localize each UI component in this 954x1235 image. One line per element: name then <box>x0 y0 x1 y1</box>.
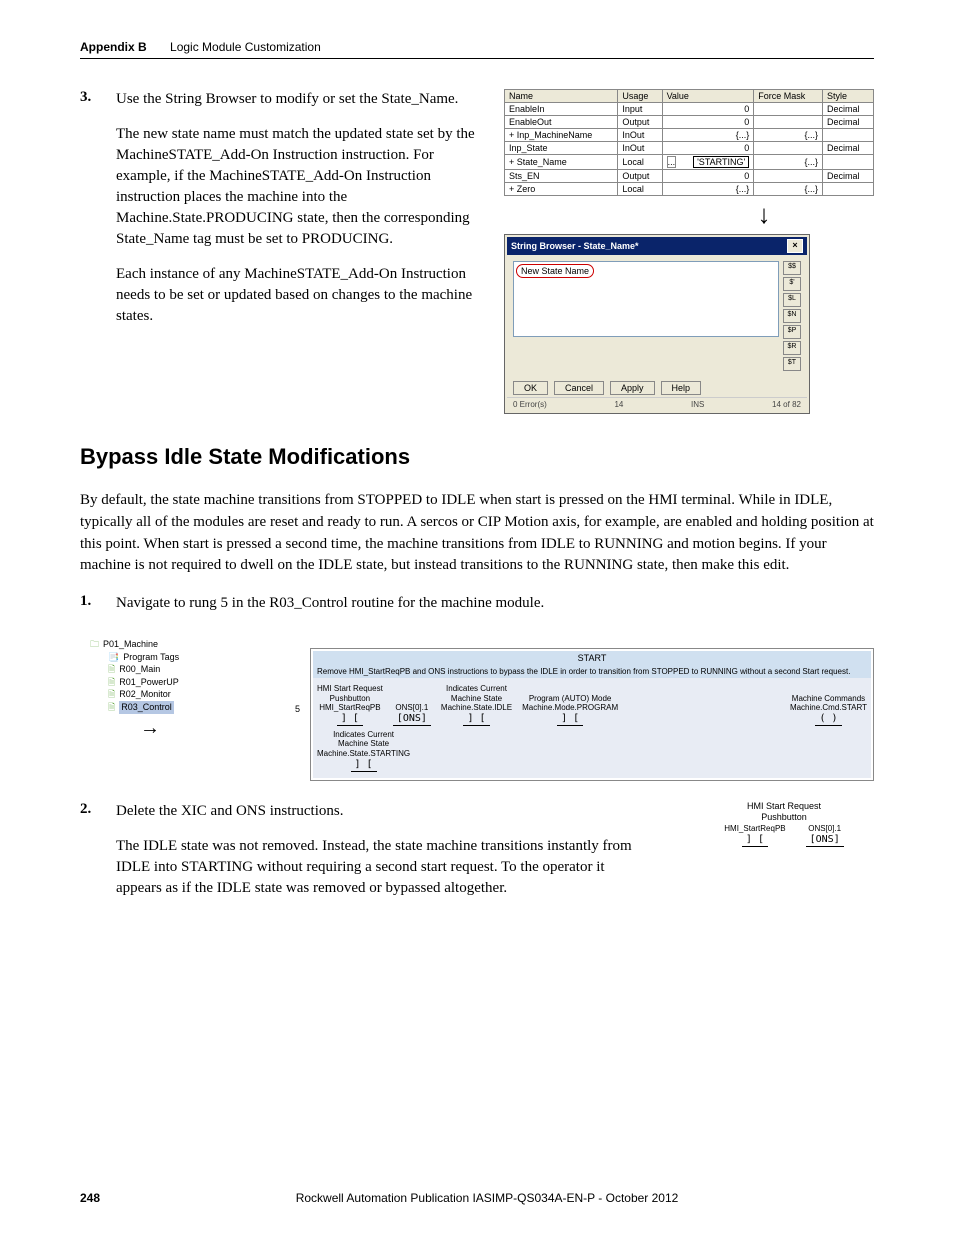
snippet-element: ONS[0].1[ONS] <box>806 824 844 847</box>
step-3-number: 3. <box>80 89 116 341</box>
close-icon[interactable]: × <box>787 239 803 253</box>
step-3-p2: The new state name must match the update… <box>116 124 484 250</box>
ladder-diagram: START Remove HMI_StartReqPB and ONS inst… <box>310 648 874 781</box>
step-3-p1: Use the String Browser to modify or set … <box>116 89 484 110</box>
escape-button[interactable]: $N <box>783 309 801 323</box>
escape-button[interactable]: $$ <box>783 261 801 275</box>
new-state-name-text: New State Name <box>516 264 594 278</box>
table-row[interactable]: Inp_StateInOut0Decimal <box>505 142 874 155</box>
table-row[interactable]: + State_NameLocal...'STARTING'{...} <box>505 155 874 170</box>
tree-item[interactable]: Program Tags <box>90 651 250 664</box>
escape-button[interactable]: $T <box>783 357 801 371</box>
ladder-element: ONS[0].1[ONS] <box>393 703 431 726</box>
page-footer: 248 Rockwell Automation Publication IASI… <box>80 1191 874 1205</box>
escape-button[interactable]: $P <box>783 325 801 339</box>
tree-item[interactable]: P01_Machine <box>90 638 250 651</box>
ladder-note: Remove HMI_StartReqPB and ONS instructio… <box>313 665 871 678</box>
tree-item[interactable]: R01_PowerUP <box>90 676 250 689</box>
bypass-paragraph: By default, the state machine transition… <box>80 490 874 577</box>
cancel-button[interactable]: Cancel <box>554 381 604 395</box>
arrow-icon: ↓ <box>654 202 874 228</box>
ladder-element: Machine CommandsMachine.Cmd.START( ) <box>790 694 867 726</box>
escape-button[interactable]: $' <box>783 277 801 291</box>
ladder-snippet: HMI Start Request Pushbutton HMI_StartRe… <box>694 801 874 847</box>
status-ins: INS <box>691 400 704 409</box>
arrow-icon: → <box>140 714 250 742</box>
appendix-label: Appendix B <box>80 40 147 54</box>
help-button[interactable]: Help <box>661 381 702 395</box>
step-3-p3: Each instance of any MachineSTATE_Add-On… <box>116 264 484 327</box>
step-2-p1: Delete the XIC and ONS instructions. <box>116 801 654 822</box>
tag-col-name[interactable]: Name <box>505 90 618 103</box>
snippet-title-1: HMI Start Request <box>694 801 874 813</box>
tag-col-usage[interactable]: Usage <box>618 90 662 103</box>
escape-button[interactable]: $R <box>783 341 801 355</box>
step-2-number: 2. <box>80 801 116 913</box>
table-row[interactable]: EnableInInput0Decimal <box>505 103 874 116</box>
status-pos: 14 of 82 <box>772 400 801 409</box>
status-count: 14 <box>614 400 623 409</box>
snippet-title-2: Pushbutton <box>694 812 874 824</box>
ladder-element: HMI Start RequestPushbuttonHMI_StartReqP… <box>317 684 383 726</box>
ladder-element: Indicates CurrentMachine StateMachine.St… <box>441 684 512 726</box>
rung-number: 5 <box>260 648 300 714</box>
apply-button[interactable]: Apply <box>610 381 655 395</box>
tag-col-value[interactable]: Value <box>662 90 754 103</box>
dialog-title: String Browser - State_Name* <box>511 241 639 251</box>
escape-button[interactable]: $L <box>783 293 801 307</box>
chapter-title: Logic Module Customization <box>170 40 321 54</box>
page-number: 248 <box>80 1191 100 1205</box>
ok-button[interactable]: OK <box>513 381 548 395</box>
routine-tree: P01_MachineProgram TagsR00_MainR01_Power… <box>90 638 250 742</box>
step-2-p2: The IDLE state was not removed. Instead,… <box>116 836 654 899</box>
tree-item[interactable]: R03_Control <box>90 701 250 714</box>
tag-col-style[interactable]: Style <box>822 90 873 103</box>
tree-item[interactable]: R00_Main <box>90 663 250 676</box>
table-row[interactable]: EnableOutOutput0Decimal <box>505 116 874 129</box>
tree-item[interactable]: R02_Monitor <box>90 688 250 701</box>
status-errors: 0 Error(s) <box>513 400 547 409</box>
table-row[interactable]: + Inp_MachineNameInOut{...}{...} <box>505 129 874 142</box>
ladder-header: START <box>313 651 871 665</box>
string-input[interactable]: New State Name <box>513 261 779 337</box>
publication-info: Rockwell Automation Publication IASIMP-Q… <box>80 1191 874 1205</box>
section-heading: Bypass Idle State Modifications <box>80 444 874 470</box>
tag-table: Name Usage Value Force Mask Style Enable… <box>504 89 874 196</box>
table-row[interactable]: Sts_ENOutput0Decimal <box>505 170 874 183</box>
page-header: Appendix B Logic Module Customization <box>80 40 874 59</box>
snippet-element: HMI_StartReqPB] [ <box>724 824 785 847</box>
ladder-element: Indicates CurrentMachine StateMachine.St… <box>317 730 410 772</box>
tag-col-forcemask[interactable]: Force Mask <box>754 90 823 103</box>
ladder-element: Program (AUTO) ModeMachine.Mode.PROGRAM]… <box>522 694 618 726</box>
string-browser-dialog: String Browser - State_Name* × New State… <box>504 234 810 414</box>
step-1-text: Navigate to rung 5 in the R03_Control ro… <box>116 593 544 614</box>
table-row[interactable]: + ZeroLocal{...}{...} <box>505 183 874 196</box>
step-1-number: 1. <box>80 593 116 628</box>
